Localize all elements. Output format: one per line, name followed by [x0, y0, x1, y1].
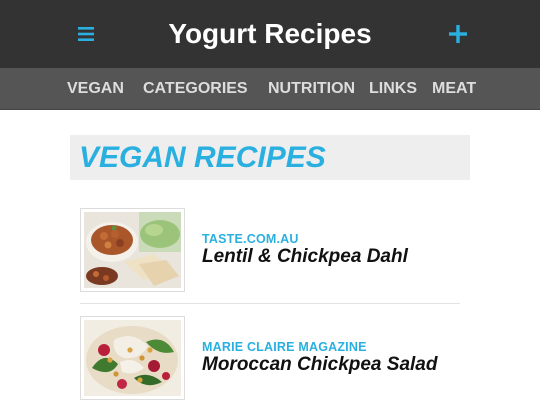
recipe-thumbnail: [80, 316, 185, 400]
nav-item-meat[interactable]: MEAT: [432, 68, 476, 110]
dahl-photo: [84, 212, 181, 288]
nav-item-vegan[interactable]: VEGAN: [67, 68, 124, 110]
add-button[interactable]: [445, 19, 471, 49]
plus-icon: [449, 25, 467, 43]
recipe-title: Lentil & Chickpea Dahl: [202, 246, 408, 267]
top-app-bar: Yogurt Recipes: [0, 0, 540, 68]
recipe-list-item[interactable]: TASTE.COM.AU Lentil & Chickpea Dahl: [80, 208, 460, 304]
recipe-title: Moroccan Chickpea Salad: [202, 354, 438, 375]
recipe-thumbnail: [80, 208, 185, 292]
section-title: VEGAN RECIPES: [79, 141, 326, 174]
recipe-source: MARIE CLAIRE MAGAZINE: [202, 340, 367, 354]
recipe-list-item[interactable]: MARIE CLAIRE MAGAZINE Moroccan Chickpea …: [80, 316, 460, 405]
nav-item-nutrition[interactable]: NUTRITION: [268, 68, 355, 110]
nav-item-links[interactable]: LINKS: [369, 68, 417, 110]
recipe-source: TASTE.COM.AU: [202, 232, 299, 246]
category-nav-bar: VEGAN CATEGORIES NUTRITION LINKS MEAT: [0, 68, 540, 110]
main-content: VEGAN RECIPES TASTE.COM.AU Lentil & Chic…: [0, 110, 540, 405]
section-header: VEGAN RECIPES: [70, 135, 470, 180]
nav-item-categories[interactable]: CATEGORIES: [143, 68, 248, 110]
salad-photo: [84, 320, 181, 396]
